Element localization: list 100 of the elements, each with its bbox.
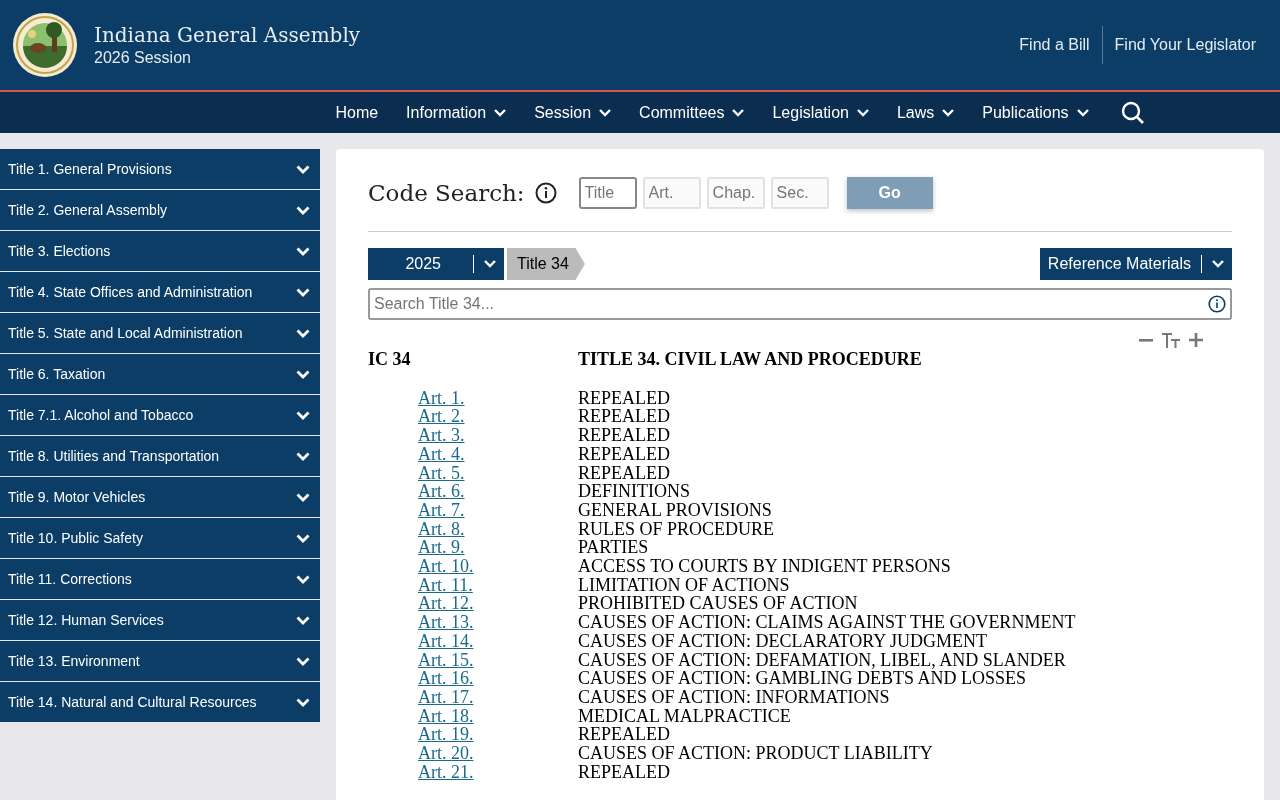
article-link[interactable]: Art. 21. [418, 762, 578, 782]
sidebar-title-item[interactable]: Title 7.1. Alcohol and Tobacco [0, 395, 320, 435]
article-title: CAUSES OF ACTION: DEFAMATION, LIBEL, AND SLANDER [578, 650, 1067, 670]
article-title: CAUSES OF ACTION: GAMBLING DEBTS AND LOSSES [578, 669, 1028, 688]
article-link[interactable]: Art. 16. [418, 669, 578, 688]
breadcrumb-tab[interactable]: Title 34 [507, 248, 585, 280]
title-search-field[interactable]: Search Title 34... [368, 288, 1232, 320]
sidebar-title-item[interactable]: Title 6. Taxation [0, 354, 320, 394]
chevron-down-icon [296, 164, 310, 174]
article-title: MEDICAL MALPRACTICE [578, 706, 792, 726]
article-link[interactable]: Art. 7. [418, 500, 578, 520]
nav-menu-item[interactable]: Session [524, 103, 622, 122]
article-title: REPEALED [578, 725, 671, 745]
chevron-down-icon [296, 205, 310, 215]
article-title: GENERAL PROVISIONS [578, 500, 773, 520]
article-title: REPEALED [578, 444, 671, 464]
article-link[interactable]: Art. 12. [418, 594, 578, 614]
chevron-down-icon [296, 533, 310, 543]
sidebar-title-item[interactable]: Title 10. Public Safety [0, 518, 320, 558]
chevron-down-icon [296, 287, 310, 297]
article-title: REPEALED [578, 426, 671, 445]
chevron-down-icon [296, 246, 310, 256]
chevron-down-icon [484, 260, 496, 268]
article-title: PARTIES [578, 538, 650, 558]
nav-menu-item[interactable]: Home [325, 103, 389, 122]
article-link[interactable]: Art. 9. [418, 538, 578, 558]
article-title: REPEALED [578, 388, 671, 408]
article-link[interactable]: Art. 10. [418, 557, 578, 576]
article-link[interactable]: Art. 4. [418, 444, 578, 464]
code-search-label: Code Search: [368, 180, 525, 206]
sidebar-title-item[interactable]: Title 3. Elections [0, 231, 320, 271]
article-title: REPEALED [578, 762, 671, 782]
article-link[interactable]: Art. 18. [418, 706, 578, 726]
site-title: Indiana General Assembly [94, 23, 361, 47]
chevron-down-icon [1212, 260, 1224, 268]
nav-menu-item[interactable]: Information [396, 103, 517, 122]
sidebar-title-item[interactable]: Title 9. Motor Vehicles [0, 477, 320, 517]
article-link[interactable]: Art. 14. [418, 631, 578, 651]
reference-materials-menu[interactable]: Reference Materials [1039, 248, 1232, 280]
nav-menu-item[interactable]: Laws [886, 103, 965, 122]
article-link[interactable]: Art. 8. [418, 519, 578, 539]
article-title: CAUSES OF ACTION: PRODUCT LIABILITY [578, 744, 934, 763]
code-number: IC 34 [368, 350, 412, 369]
session-label: 2026 Session [94, 49, 192, 67]
sidebar-title-item[interactable]: Title 2. General Assembly [0, 190, 320, 230]
article-title: LIMITATION OF ACTIONS [578, 575, 791, 595]
info-icon[interactable] [534, 182, 557, 204]
nav-menu-item[interactable]: Legislation [762, 103, 879, 122]
chevron-down-icon [296, 410, 310, 420]
chevron-down-icon [599, 108, 612, 117]
article-link[interactable]: Art. 13. [418, 613, 578, 632]
chevron-down-icon [732, 108, 745, 117]
article-link[interactable]: Art. 5. [418, 463, 578, 483]
info-icon[interactable] [1208, 295, 1226, 313]
article-title: ACCESS TO COURTS BY INDIGENT PERSONS [578, 557, 952, 576]
article-link[interactable]: Art. 15. [418, 650, 578, 670]
article-link[interactable]: Art. 11. [418, 575, 578, 595]
article-title: RULES OF PROCEDURE [578, 519, 776, 539]
article-title: REPEALED [578, 463, 671, 483]
plus-icon[interactable] [1188, 330, 1204, 350]
sidebar-title-item[interactable]: Title 11. Corrections [0, 559, 320, 599]
sidebar-title-item[interactable]: Title 4. State Offices and Administration [0, 272, 320, 312]
article-link[interactable]: Art. 17. [418, 687, 578, 707]
year-select[interactable]: 2025 [368, 248, 504, 280]
article-title: CAUSES OF ACTION: DECLARATORY JUDGMENT [578, 631, 989, 651]
sidebar-title-item[interactable]: Title 12. Human Services [0, 600, 320, 640]
chevron-down-icon [296, 369, 310, 379]
chevron-down-icon [296, 615, 310, 625]
sidebar-title-item[interactable]: Title 14. Natural and Cultural Resources [0, 682, 320, 722]
chevron-down-icon [296, 574, 310, 584]
article-title: DEFINITIONS [578, 482, 691, 501]
nav-menu-item[interactable]: Committees [629, 103, 755, 122]
text-size-icon [1160, 330, 1182, 350]
article-title: CAUSES OF ACTION: INFORMATIONS [578, 687, 891, 707]
nav-menu-item[interactable]: Publications [972, 103, 1099, 122]
chevron-down-icon [296, 492, 310, 502]
search-icon[interactable] [1120, 100, 1145, 125]
article-link[interactable]: Art. 20. [418, 744, 578, 763]
code-search-input[interactable]: Title [578, 177, 637, 209]
chevron-down-icon [856, 108, 869, 117]
article-title: CAUSES OF ACTION: CLAIMS AGAINST THE GOVERNMENT [578, 613, 1077, 632]
article-link[interactable]: Art. 1. [418, 388, 578, 408]
article-link[interactable]: Art. 3. [418, 426, 578, 445]
article-link[interactable]: Art. 2. [418, 407, 578, 427]
sidebar-title-item[interactable]: Title 8. Utilities and Transportation [0, 436, 320, 476]
article-link[interactable]: Art. 6. [418, 482, 578, 501]
header-link[interactable]: Find a Bill [1007, 26, 1102, 64]
article-title: PROHIBITED CAUSES OF ACTION [578, 594, 859, 614]
chevron-down-icon [494, 108, 507, 117]
chevron-down-icon [296, 656, 310, 666]
chevron-down-icon [296, 697, 310, 707]
sidebar-title-item[interactable]: Title 13. Environment [0, 641, 320, 681]
title-heading: TITLE 34. CIVIL LAW AND PROCEDURE [578, 350, 923, 369]
header-link[interactable]: Find Your Legislator [1101, 26, 1268, 64]
state-seal-logo[interactable] [12, 12, 78, 78]
chevron-down-icon [296, 328, 310, 338]
sidebar-title-item[interactable]: Title 1. General Provisions [0, 149, 320, 189]
sidebar-title-item[interactable]: Title 5. State and Local Administration [0, 313, 320, 353]
article-link[interactable]: Art. 19. [418, 725, 578, 745]
chevron-down-icon [1076, 108, 1089, 117]
